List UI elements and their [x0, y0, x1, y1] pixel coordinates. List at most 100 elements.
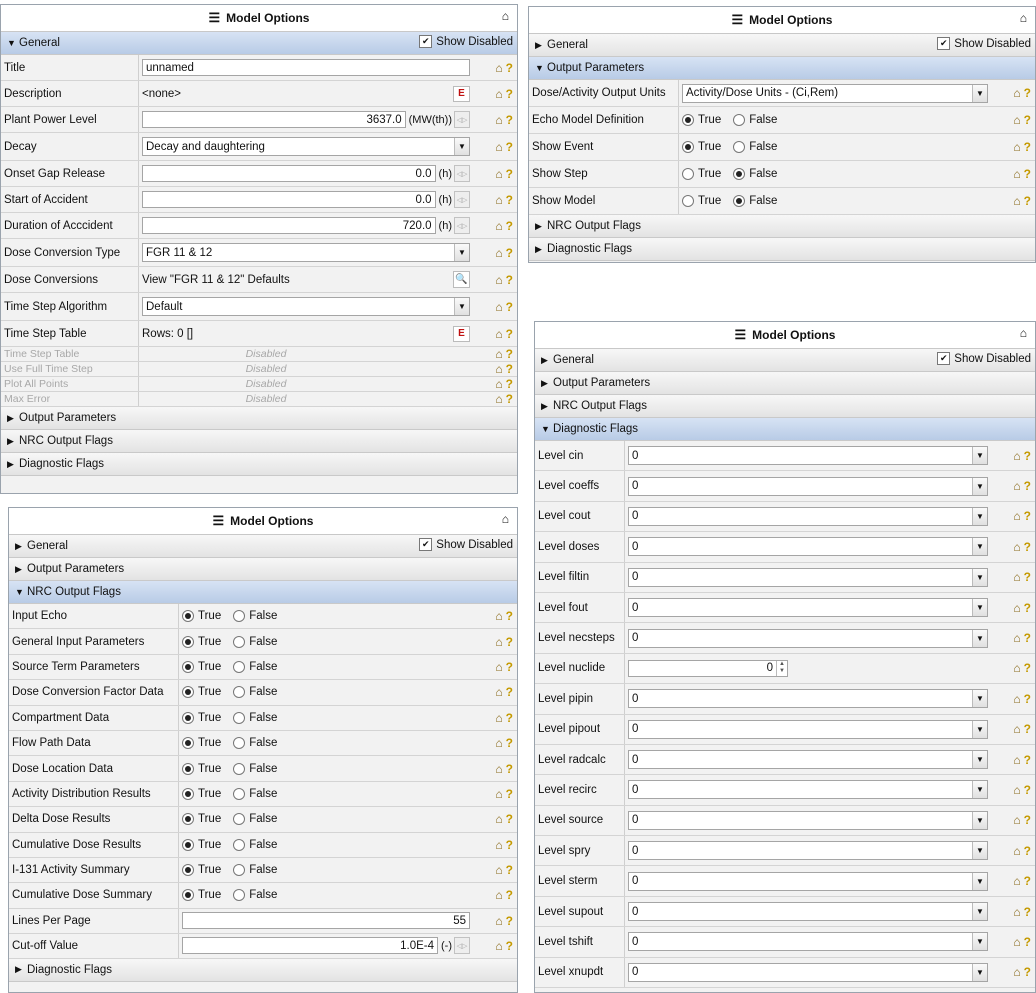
radio-true[interactable]: True [682, 168, 721, 180]
radio-true[interactable]: True [682, 141, 721, 153]
tree-icon[interactable]: ⌂ [1013, 722, 1020, 736]
section-general[interactable]: ▶ General ✔ Show Disabled [9, 535, 517, 558]
tree-icon[interactable]: ⌂ [495, 787, 502, 801]
tree-icon[interactable]: ⌂ [1013, 194, 1020, 208]
unit-stepper-icon[interactable]: ◁▷ [454, 217, 470, 234]
decay-select[interactable]: Decay and daughtering ▼ [142, 137, 470, 156]
help-icon[interactable]: ? [506, 888, 513, 902]
radio-false[interactable]: False [733, 195, 777, 207]
help-icon[interactable]: ? [506, 362, 513, 376]
tree-icon[interactable]: ⌂ [1013, 540, 1020, 554]
level-select[interactable]: 0 ▼ [628, 567, 988, 587]
tree-icon[interactable]: ⌂ [502, 512, 509, 526]
level-select[interactable]: 0 ▼ [628, 871, 988, 891]
section-nrc-output-flags[interactable]: ▶ NRC Output Flags [535, 395, 1035, 418]
help-icon[interactable]: ? [1024, 692, 1031, 706]
radio-true[interactable]: True [182, 838, 221, 851]
level-select[interactable]: 0 ▼ [628, 810, 988, 830]
help-icon[interactable]: ? [1024, 449, 1031, 463]
tree-icon[interactable]: ⌂ [495, 838, 502, 852]
radio-true[interactable]: True [682, 195, 721, 207]
help-icon[interactable]: ? [1024, 661, 1031, 675]
tree-icon[interactable]: ⌂ [495, 61, 502, 75]
level-select[interactable]: 0 ▼ [628, 506, 988, 526]
section-diagnostic-flags[interactable]: ▼ Diagnostic Flags [535, 418, 1035, 441]
help-icon[interactable]: ? [506, 193, 513, 207]
radio-true[interactable]: True [182, 864, 221, 877]
time-step-alg-select[interactable]: Default ▼ [142, 297, 470, 316]
edit-icon[interactable]: E [453, 85, 470, 102]
help-icon[interactable]: ? [506, 167, 513, 181]
tree-icon[interactable]: ⌂ [1013, 844, 1020, 858]
radio-false[interactable]: False [233, 864, 277, 877]
tree-icon[interactable]: ⌂ [1013, 753, 1020, 767]
tree-icon[interactable]: ⌂ [495, 888, 502, 902]
radio-true[interactable]: True [182, 787, 221, 800]
tree-icon[interactable]: ⌂ [1013, 783, 1020, 797]
tree-icon[interactable]: ⌂ [1013, 965, 1020, 979]
help-icon[interactable]: ? [506, 635, 513, 649]
radio-false[interactable]: False [233, 610, 277, 623]
radio-true[interactable]: True [182, 889, 221, 902]
section-general[interactable]: ▶ General ✔ Show Disabled [535, 349, 1035, 372]
radio-false[interactable]: False [233, 889, 277, 902]
tree-icon[interactable]: ⌂ [495, 711, 502, 725]
level-select[interactable]: 0 ▼ [628, 476, 988, 496]
section-diagnostic-flags[interactable]: ▶ Diagnostic Flags [9, 958, 517, 982]
section-general[interactable]: ▶ General ✔ Show Disabled [529, 34, 1035, 57]
section-diagnostic-flags[interactable]: ▶ Diagnostic Flags [1, 453, 517, 476]
tree-icon[interactable]: ⌂ [495, 273, 502, 287]
radio-true[interactable]: True [182, 762, 221, 775]
tree-icon[interactable]: ⌂ [495, 87, 502, 101]
help-icon[interactable]: ? [1024, 140, 1031, 154]
tree-icon[interactable]: ⌂ [495, 246, 502, 260]
show-disabled-checkbox[interactable]: ✔ Show Disabled [937, 352, 1031, 365]
tree-icon[interactable]: ⌂ [1020, 326, 1027, 340]
tree-icon[interactable]: ⌂ [495, 812, 502, 826]
help-icon[interactable]: ? [1024, 722, 1031, 736]
duration-input[interactable]: 720.0 [142, 217, 436, 234]
tree-icon[interactable]: ⌂ [495, 219, 502, 233]
tree-icon[interactable]: ⌂ [495, 939, 502, 953]
tree-icon[interactable]: ⌂ [495, 685, 502, 699]
onset-gap-input[interactable]: 0.0 [142, 165, 436, 182]
tree-icon[interactable]: ⌂ [1013, 874, 1020, 888]
radio-false[interactable]: False [733, 114, 777, 126]
level-select[interactable]: 0 ▼ [628, 446, 988, 466]
help-icon[interactable]: ? [506, 939, 513, 953]
tree-icon[interactable]: ⌂ [1013, 935, 1020, 949]
tree-icon[interactable]: ⌂ [495, 392, 502, 406]
tree-icon[interactable]: ⌂ [1013, 509, 1020, 523]
help-icon[interactable]: ? [1024, 194, 1031, 208]
tree-icon[interactable]: ⌂ [1013, 140, 1020, 154]
show-disabled-checkbox[interactable]: ✔ Show Disabled [419, 538, 513, 551]
section-output-parameters[interactable]: ▶ Output Parameters [1, 407, 517, 430]
dose-conv-type-select[interactable]: FGR 11 & 12 ▼ [142, 243, 470, 262]
tree-icon[interactable]: ⌂ [495, 736, 502, 750]
help-icon[interactable]: ? [506, 347, 513, 361]
help-icon[interactable]: ? [1024, 874, 1031, 888]
help-icon[interactable]: ? [506, 787, 513, 801]
output-units-select[interactable]: Activity/Dose Units - (Ci,Rem) ▼ [682, 83, 988, 103]
start-accident-input[interactable]: 0.0 [142, 191, 436, 208]
edit-icon[interactable]: E [453, 325, 470, 342]
help-icon[interactable]: ? [506, 273, 513, 287]
magnifier-icon[interactable]: 🔍 [453, 271, 470, 288]
radio-false[interactable]: False [233, 660, 277, 673]
tree-icon[interactable]: ⌂ [1013, 601, 1020, 615]
level-spinner[interactable]: 0 ▲ ▼ [628, 659, 788, 677]
radio-true[interactable]: True [182, 813, 221, 826]
help-icon[interactable]: ? [1024, 813, 1031, 827]
help-icon[interactable]: ? [506, 140, 513, 154]
help-icon[interactable]: ? [506, 327, 513, 341]
help-icon[interactable]: ? [1024, 113, 1031, 127]
help-icon[interactable]: ? [1024, 86, 1031, 100]
tree-icon[interactable]: ⌂ [495, 609, 502, 623]
help-icon[interactable]: ? [1024, 844, 1031, 858]
help-icon[interactable]: ? [506, 300, 513, 314]
help-icon[interactable]: ? [1024, 905, 1031, 919]
help-icon[interactable]: ? [506, 609, 513, 623]
tree-icon[interactable]: ⌂ [495, 863, 502, 877]
radio-false[interactable]: False [233, 813, 277, 826]
tree-icon[interactable]: ⌂ [495, 635, 502, 649]
